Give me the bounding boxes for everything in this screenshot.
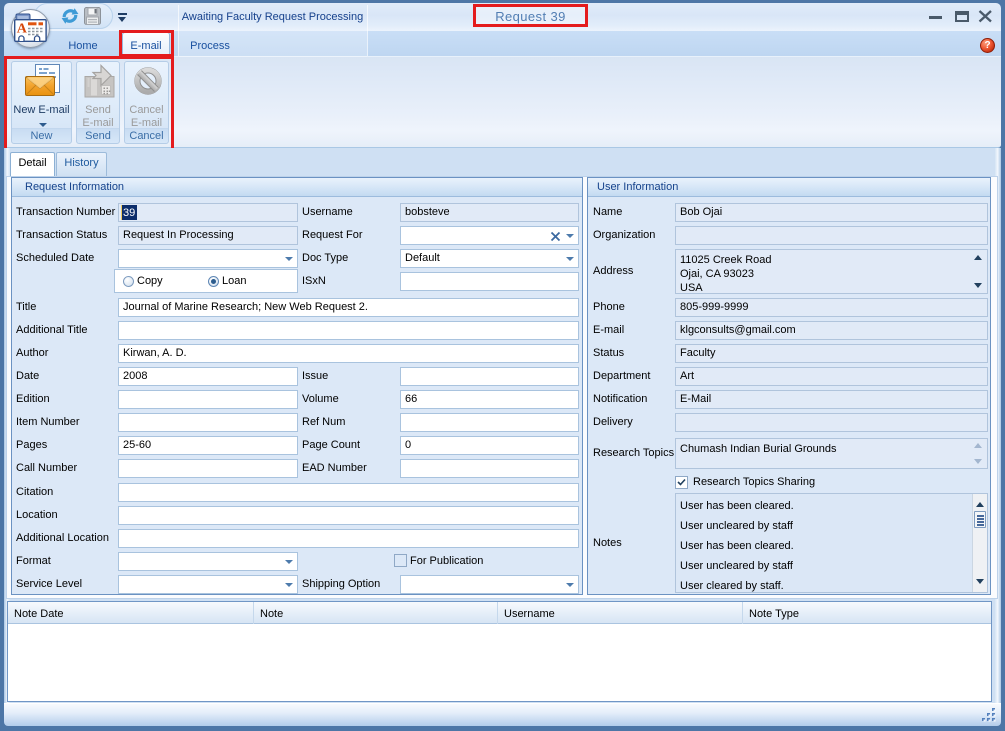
svg-text:A: A	[17, 22, 28, 37]
